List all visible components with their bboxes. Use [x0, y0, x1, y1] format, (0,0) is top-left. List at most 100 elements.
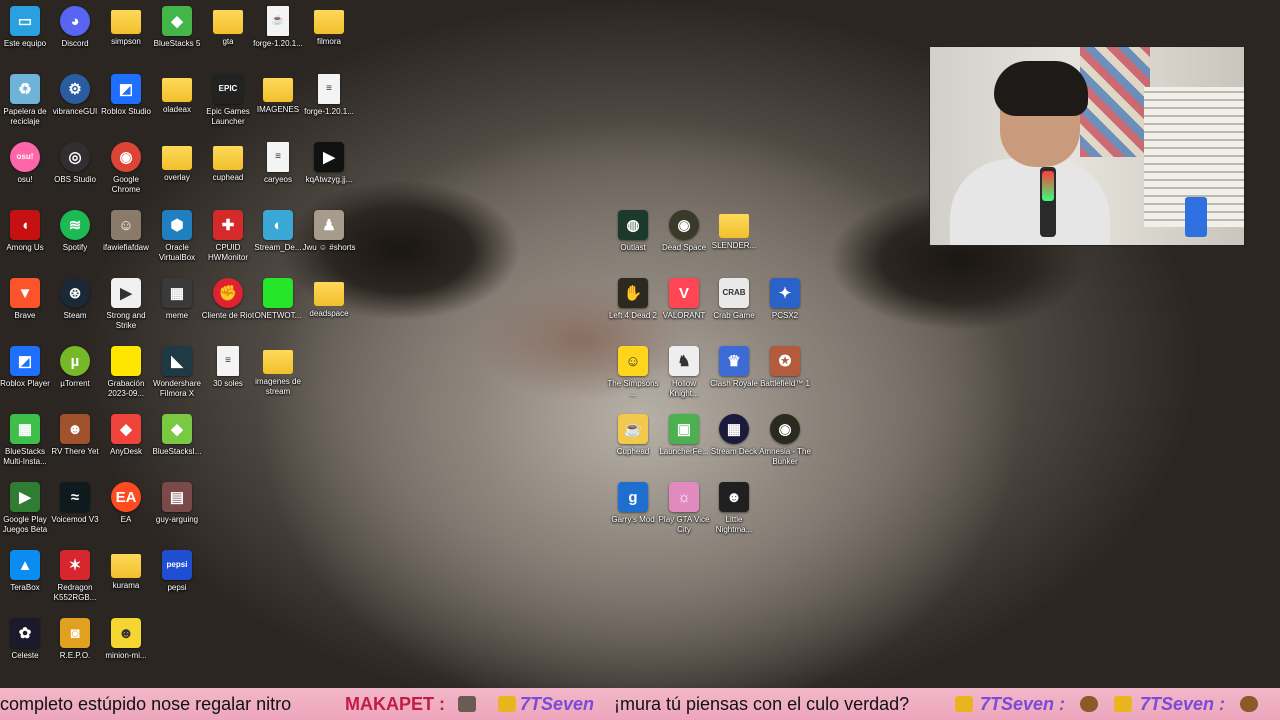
desktop-icon[interactable]: EA EA	[99, 482, 153, 525]
desktop-icon[interactable]: µ µTorrent	[48, 346, 102, 389]
desktop-icon[interactable]: ♟ Jwu ☺ #shorts	[302, 210, 356, 253]
desktop-icon-label: Stream_De...	[254, 243, 302, 252]
bluestacks-icon: ◆	[162, 6, 192, 36]
desktop-icon[interactable]: ◆ BlueStacks 5	[150, 6, 204, 49]
desktop-icon[interactable]: SLENDER...	[707, 210, 761, 251]
desktop-icon[interactable]: ✪ Battlefield™ 1	[758, 346, 812, 389]
desktop-icon[interactable]: ▶ Strong and Strike	[99, 278, 153, 331]
desktop-icon-label: deadspace	[309, 309, 349, 318]
desktop-icon[interactable]: ◕ Discord	[48, 6, 102, 49]
desktop-icon[interactable]: ▦ Stream Deck	[707, 414, 761, 457]
desktop-icon[interactable]: ◩ Roblox Studio	[99, 74, 153, 117]
desktop-icon[interactable]: IMAGENES	[251, 74, 305, 115]
desktop-icon[interactable]: ✿ Celeste	[0, 618, 52, 661]
desktop-icon[interactable]: ▦ meme	[150, 278, 204, 321]
desktop-icon-label: R.E.P.O.	[59, 651, 91, 660]
desktop-icon[interactable]: deadspace	[302, 278, 356, 319]
desktop-icon-label: Roblox Studio	[101, 107, 151, 116]
desktop-icon[interactable]: ✦ PCSX2	[758, 278, 812, 321]
desktop-icon[interactable]: ▦ BlueStacks Multi-Insta...	[0, 414, 52, 467]
desktop-icon[interactable]: V VALORANT	[657, 278, 711, 321]
desktop-icon[interactable]: ▣ LauncherFe...	[657, 414, 711, 457]
desktop-icon[interactable]: ☕ forge-1.20.1...	[251, 6, 305, 49]
desktop-icon[interactable]: ▭ Este equipo	[0, 6, 52, 49]
desktop-icon[interactable]: ✶ Redragon K552RGB...	[48, 550, 102, 603]
desktop-icon[interactable]: Grabación 2023-09...	[99, 346, 153, 399]
desktop-icon[interactable]: simpson	[99, 6, 153, 47]
desktop-icon-label: PCSX2	[771, 311, 799, 320]
desktop-icon[interactable]: g Garry's Mod	[606, 482, 660, 525]
desktop-icon-label: Este equipo	[3, 39, 47, 48]
stream-deck-file-icon: ◐	[263, 210, 293, 240]
desktop-icon[interactable]: kurama	[99, 550, 153, 591]
desktop-icon[interactable]: overlay	[150, 142, 204, 183]
desktop-icon[interactable]: filmora	[302, 6, 356, 47]
desktop-icon[interactable]: ◉ Dead Space	[657, 210, 711, 253]
desktop-icon[interactable]: ◙ R.E.P.O.	[48, 618, 102, 661]
desktop-icon[interactable]: ≈ Voicemod V3	[48, 482, 102, 525]
desktop-icon[interactable]: ▶ Google Play Juegos Beta	[0, 482, 52, 535]
desktop-icon[interactable]: ⚙ vibranceGUI	[48, 74, 102, 117]
desktop-icon[interactable]: ☕ Cuphead	[606, 414, 660, 457]
desktop-icon[interactable]: ☺ The Simpsons ...	[606, 346, 660, 399]
desktop-icon-label: VALORANT	[662, 311, 706, 320]
desktop-icon-label: Stream Deck	[710, 447, 758, 456]
desktop-icon-label: Outlast	[620, 243, 646, 252]
desktop-icon[interactable]: ◩ Roblox Player	[0, 346, 52, 389]
desktop-icon[interactable]: ✊ Cliente de Riot	[201, 278, 255, 321]
video-icon: ♟	[314, 210, 344, 240]
desktop-icon[interactable]: ▼ Brave	[0, 278, 52, 321]
desktop-icon[interactable]: ◉ Amnesia - The Bunker	[758, 414, 812, 467]
among-us-icon: ◖	[10, 210, 40, 240]
chrome-icon: ◉	[111, 142, 141, 172]
desktop-icon[interactable]: ✋ Left 4 Dead 2	[606, 278, 660, 321]
desktop-icon[interactable]: ≡ caryeos	[251, 142, 305, 185]
desktop-icon[interactable]: ▤ guy-arguing	[150, 482, 204, 525]
desktop-icon[interactable]: ♻ Papelera de reciclaje	[0, 74, 52, 127]
roblox-player-icon: ◩	[10, 346, 40, 376]
epic-games-icon: EPIC	[213, 74, 243, 104]
desktop-icon[interactable]: ☼ Play GTA Vice City	[657, 482, 711, 535]
steam-icon: ⊛	[60, 278, 90, 308]
desktop-icon[interactable]: ♞ Hollow Knight...	[657, 346, 711, 399]
desktop-icon[interactable]: ☻ minion-mi...	[99, 618, 153, 661]
desktop-icon[interactable]: ◍ Outlast	[606, 210, 660, 253]
desktop-icon[interactable]: ONETWOT...	[251, 278, 305, 321]
desktop-icon[interactable]: pepsi pepsi	[150, 550, 204, 593]
desktop-icon[interactable]: ☻ Little Nightma...	[707, 482, 761, 535]
desktop-icon[interactable]: ☺ ifawiefiafdaw	[99, 210, 153, 253]
pcsx2-icon: ✦	[770, 278, 800, 308]
desktop-icon[interactable]: ◐ Stream_De...	[251, 210, 305, 253]
roblox-studio-icon: ◩	[111, 74, 141, 104]
dead-space-icon: ◉	[669, 210, 699, 240]
desktop-icon-label: gta	[222, 37, 234, 46]
anydesk-icon: ◆	[111, 414, 141, 444]
folder-icon	[314, 282, 344, 306]
desktop-icon[interactable]: ≡ forge-1.20.1...	[302, 74, 356, 117]
desktop-icon-label: Crab Game	[713, 311, 755, 320]
desktop-icon-label: Cuphead	[616, 447, 650, 456]
desktop-icon[interactable]: ◎ OBS Studio	[48, 142, 102, 185]
desktop-icon[interactable]: imagenes de stream	[251, 346, 305, 397]
desktop-icon[interactable]: ◖ Among Us	[0, 210, 52, 253]
desktop-icon-label: imagenes de stream	[255, 377, 301, 396]
desktop-icon[interactable]: ▶ kqAtwzyg.jj...	[302, 142, 356, 185]
desktop-icon[interactable]: ✚ CPUID HWMonitor	[201, 210, 255, 263]
desktop-icon[interactable]: ⊛ Steam	[48, 278, 102, 321]
desktop-icon[interactable]: EPIC Epic Games Launcher	[201, 74, 255, 127]
desktop-icon[interactable]: ☻ RV There Yet	[48, 414, 102, 457]
desktop-icon[interactable]: ≡ 30 soles	[201, 346, 255, 389]
desktop-icon[interactable]: ◉ Google Chrome	[99, 142, 153, 195]
desktop-icon[interactable]: ◣ Wondershare Filmora X	[150, 346, 204, 399]
desktop-icon[interactable]: ◆ BlueStacksI...	[150, 414, 204, 457]
desktop-icon[interactable]: cuphead	[201, 142, 255, 183]
desktop-icon[interactable]: ♛ Clash Royale	[707, 346, 761, 389]
desktop-icon[interactable]: gta	[201, 6, 255, 47]
desktop-icon[interactable]: ▲ TeraBox	[0, 550, 52, 593]
desktop-icon[interactable]: ◆ AnyDesk	[99, 414, 153, 457]
desktop-icon[interactable]: osu! osu!	[0, 142, 52, 185]
desktop-icon[interactable]: ⬢ Oracle VirtualBox	[150, 210, 204, 263]
desktop-icon[interactable]: CRAB Crab Game	[707, 278, 761, 321]
desktop-icon[interactable]: oladeax	[150, 74, 204, 115]
desktop-icon[interactable]: ≋ Spotify	[48, 210, 102, 253]
